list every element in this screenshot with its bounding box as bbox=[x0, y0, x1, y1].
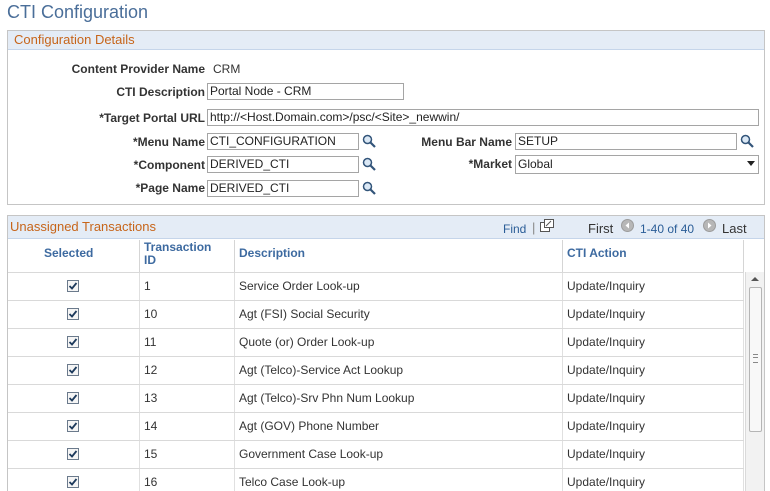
selected-cell bbox=[8, 273, 140, 300]
selected-cell bbox=[8, 329, 140, 356]
view-all-icon[interactable] bbox=[540, 219, 554, 232]
column-header-selected[interactable]: Selected bbox=[8, 240, 140, 272]
cti-action-cell: Update/Inquiry bbox=[563, 413, 744, 440]
row-range-label: 1-40 of 40 bbox=[640, 222, 695, 236]
grid-header: Unassigned Transactions Find | First 1-4… bbox=[8, 216, 764, 239]
transaction-id-cell: 10 bbox=[140, 301, 235, 328]
description-cell: Service Order Look-up bbox=[235, 273, 563, 300]
last-label: Last bbox=[722, 221, 747, 236]
configuration-details-header: Configuration Details bbox=[8, 31, 764, 50]
table-row: 14 Agt (GOV) Phone Number Update/Inquiry bbox=[8, 412, 744, 440]
market-select[interactable]: Global bbox=[515, 155, 759, 174]
cti-action-cell: Update/Inquiry bbox=[563, 441, 744, 468]
cti-action-cell: Update/Inquiry bbox=[563, 385, 744, 412]
transaction-id-cell: 11 bbox=[140, 329, 235, 356]
first-label: First bbox=[588, 221, 614, 236]
market-label: *Market bbox=[468, 157, 512, 171]
table-row: 16 Telco Case Look-up Update/Inquiry bbox=[8, 468, 744, 491]
selected-cell bbox=[8, 301, 140, 328]
column-header-cti-action[interactable]: CTI Action bbox=[563, 240, 744, 272]
cti-action-cell: Update/Inquiry bbox=[563, 273, 744, 300]
selected-checkbox[interactable] bbox=[67, 392, 79, 404]
unassigned-transactions-grid: Unassigned Transactions Find | First 1-4… bbox=[7, 215, 765, 491]
description-cell: Agt (Telco)-Srv Phn Num Lookup bbox=[235, 385, 563, 412]
page-title: CTI Configuration bbox=[7, 2, 149, 22]
menu-name-lookup-icon[interactable] bbox=[362, 134, 376, 148]
grid-rows: 1 Service Order Look-up Update/Inquiry 1… bbox=[8, 272, 744, 491]
selected-cell bbox=[8, 469, 140, 491]
next-icon[interactable] bbox=[703, 219, 716, 232]
previous-icon[interactable] bbox=[621, 219, 634, 232]
description-cell: Agt (GOV) Phone Number bbox=[235, 413, 563, 440]
selected-checkbox[interactable] bbox=[67, 476, 79, 488]
selected-checkbox[interactable] bbox=[67, 364, 79, 376]
configuration-details-section: Configuration Details Content Provider N… bbox=[7, 30, 765, 205]
transaction-id-cell: 16 bbox=[140, 469, 235, 491]
component-label: *Component bbox=[133, 158, 205, 172]
grid-scrollbar[interactable] bbox=[745, 272, 764, 491]
menu-bar-name-label: Menu Bar Name bbox=[421, 135, 512, 149]
market-selected-value: Global bbox=[518, 157, 553, 171]
table-row: 1 Service Order Look-up Update/Inquiry bbox=[8, 272, 744, 300]
selected-cell bbox=[8, 413, 140, 440]
content-provider-label: Content Provider Name bbox=[71, 62, 205, 76]
selected-checkbox[interactable] bbox=[67, 308, 79, 320]
table-row: 11 Quote (or) Order Look-up Update/Inqui… bbox=[8, 328, 744, 356]
description-cell: Agt (Telco)-Service Act Lookup bbox=[235, 357, 563, 384]
column-header-transaction-id[interactable]: Transaction ID bbox=[140, 240, 235, 272]
menu-name-input[interactable]: CTI_CONFIGURATION bbox=[207, 133, 359, 150]
selected-cell bbox=[8, 357, 140, 384]
table-row: 12 Agt (Telco)-Service Act Lookup Update… bbox=[8, 356, 744, 384]
selected-checkbox[interactable] bbox=[67, 280, 79, 292]
chevron-down-icon bbox=[747, 161, 755, 166]
cti-action-cell: Update/Inquiry bbox=[563, 329, 744, 356]
component-input[interactable]: DERIVED_CTI bbox=[207, 156, 359, 173]
transaction-id-cell: 1 bbox=[140, 273, 235, 300]
selected-checkbox[interactable] bbox=[67, 336, 79, 348]
page-name-label: *Page Name bbox=[135, 181, 205, 195]
menu-name-label: *Menu Name bbox=[132, 135, 205, 149]
selected-checkbox[interactable] bbox=[67, 420, 79, 432]
menu-bar-name-input[interactable]: SETUP bbox=[515, 133, 737, 150]
selected-cell bbox=[8, 441, 140, 468]
page-name-input[interactable]: DERIVED_CTI bbox=[207, 180, 359, 197]
transaction-id-cell: 12 bbox=[140, 357, 235, 384]
cti-description-input[interactable]: Portal Node - CRM bbox=[207, 83, 404, 100]
menu-bar-lookup-icon[interactable] bbox=[740, 134, 754, 148]
grip-icon bbox=[753, 354, 758, 363]
separator: | bbox=[532, 220, 536, 235]
selected-cell bbox=[8, 385, 140, 412]
page-name-lookup-icon[interactable] bbox=[362, 181, 376, 195]
table-row: 15 Government Case Look-up Update/Inquir… bbox=[8, 440, 744, 468]
cti-action-cell: Update/Inquiry bbox=[563, 469, 744, 491]
selected-checkbox[interactable] bbox=[67, 448, 79, 460]
description-cell: Agt (FSI) Social Security bbox=[235, 301, 563, 328]
description-cell: Quote (or) Order Look-up bbox=[235, 329, 563, 356]
content-provider-value: CRM bbox=[213, 62, 241, 76]
scroll-up-icon[interactable] bbox=[751, 277, 759, 281]
grid-title: Unassigned Transactions bbox=[10, 219, 156, 234]
table-row: 10 Agt (FSI) Social Security Update/Inqu… bbox=[8, 300, 744, 328]
transaction-id-cell: 13 bbox=[140, 385, 235, 412]
transaction-id-cell: 14 bbox=[140, 413, 235, 440]
column-header-description[interactable]: Description bbox=[235, 240, 563, 272]
target-portal-url-input[interactable]: http://<Host.Domain.com>/psc/<Site>_neww… bbox=[207, 109, 759, 126]
scrollbar-thumb[interactable] bbox=[749, 287, 762, 432]
cti-action-cell: Update/Inquiry bbox=[563, 357, 744, 384]
description-cell: Telco Case Look-up bbox=[235, 469, 563, 491]
find-link[interactable]: Find bbox=[503, 222, 526, 236]
table-row: 13 Agt (Telco)-Srv Phn Num Lookup Update… bbox=[8, 384, 744, 412]
cti-action-cell: Update/Inquiry bbox=[563, 301, 744, 328]
transaction-id-cell: 15 bbox=[140, 441, 235, 468]
component-lookup-icon[interactable] bbox=[362, 157, 376, 171]
target-portal-url-label: *Target Portal URL bbox=[99, 111, 205, 125]
cti-description-label: CTI Description bbox=[116, 85, 205, 99]
description-cell: Government Case Look-up bbox=[235, 441, 563, 468]
